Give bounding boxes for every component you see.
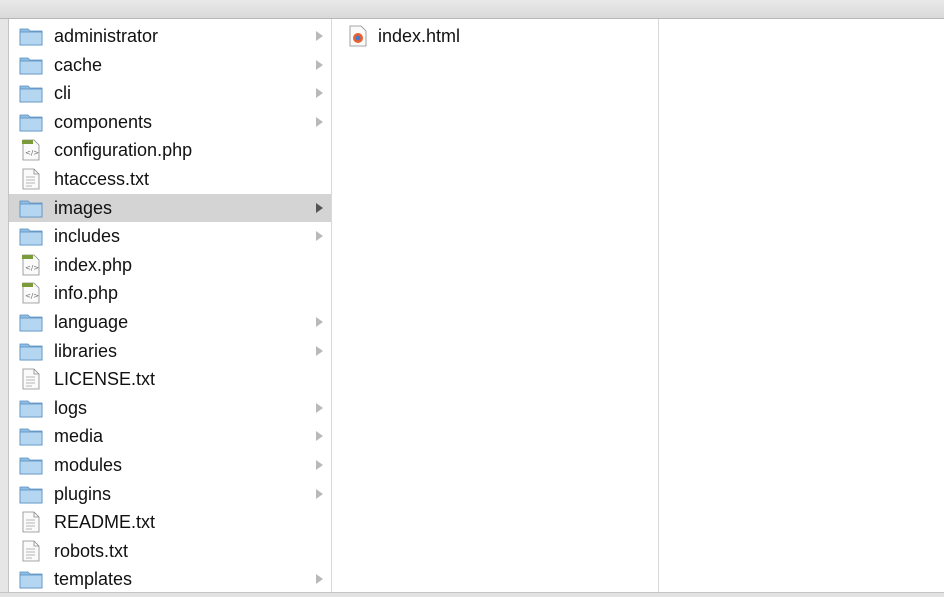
- svg-text:</>: </>: [25, 292, 39, 300]
- disclosure-arrow-icon: [316, 574, 323, 585]
- folder-icon: [19, 225, 43, 247]
- disclosure-arrow-icon: [316, 202, 323, 213]
- disclosure-arrow-icon: [316, 317, 323, 327]
- file-name-label: cache: [54, 54, 103, 75]
- file-name-label: administrator: [54, 26, 159, 46]
- file-name-label: LICENSE.txt: [54, 369, 156, 390]
- file-list-item[interactable]: libraries: [9, 337, 331, 365]
- text-file-icon: [19, 540, 43, 562]
- php-file-icon: </>: [19, 139, 43, 161]
- folder-icon: [19, 568, 43, 590]
- folder-icon: [19, 425, 43, 447]
- file-list-item[interactable]: media: [9, 422, 331, 450]
- file-list-item[interactable]: modules: [9, 451, 331, 479]
- folder-icon: [19, 25, 43, 47]
- text-file-icon: [19, 511, 43, 533]
- file-list-item[interactable]: </> info.php: [9, 279, 331, 307]
- folder-icon: [19, 82, 43, 104]
- file-name-label: includes: [54, 226, 121, 247]
- file-name-label: language: [54, 312, 129, 332]
- file-list-item[interactable]: includes: [9, 222, 331, 250]
- file-list-item[interactable]: images: [9, 193, 331, 222]
- folder-icon: [19, 340, 43, 362]
- file-name-label: libraries: [54, 340, 118, 361]
- disclosure-arrow-icon: [316, 431, 323, 442]
- finder-column-3[interactable]: [659, 19, 944, 592]
- file-name-label: logs: [54, 397, 88, 418]
- file-list-item[interactable]: cli: [9, 79, 331, 107]
- disclosure-arrow-icon: [316, 31, 323, 41]
- file-list-item[interactable]: README.txt: [9, 508, 331, 536]
- file-list-item[interactable]: cache: [9, 51, 331, 79]
- window-left-edge: [0, 19, 9, 596]
- file-name-label: images: [54, 197, 113, 218]
- file-list-item[interactable]: logs: [9, 394, 331, 422]
- disclosure-arrow-icon: [316, 402, 323, 413]
- file-name-label: modules: [54, 455, 123, 475]
- file-list-item[interactable]: robots.txt: [9, 537, 331, 565]
- file-name-label: htaccess.txt: [54, 169, 150, 189]
- folder-icon: [19, 397, 43, 419]
- file-list-item[interactable]: index.html: [332, 22, 658, 50]
- php-file-icon: </>: [19, 254, 43, 276]
- window-bottom-edge: [0, 592, 944, 597]
- file-name-label: templates: [54, 569, 133, 590]
- html-file-icon: [346, 25, 370, 47]
- file-name-label: cli: [54, 83, 71, 104]
- file-list-item[interactable]: administrator: [9, 22, 331, 50]
- disclosure-arrow-icon: [316, 59, 323, 70]
- file-name-label: index.php: [54, 254, 133, 275]
- svg-text:</>: </>: [25, 264, 39, 272]
- file-name-label: index.html: [378, 26, 461, 46]
- file-list-item[interactable]: language: [9, 308, 331, 336]
- file-list-item[interactable]: htaccess.txt: [9, 165, 331, 193]
- disclosure-arrow-icon: [316, 488, 323, 499]
- file-name-label: info.php: [54, 283, 119, 304]
- disclosure-arrow-icon: [316, 116, 323, 127]
- file-list-item[interactable]: plugins: [9, 480, 331, 508]
- file-name-label: media: [54, 426, 104, 447]
- file-name-label: plugins: [54, 483, 112, 504]
- file-name-label: robots.txt: [54, 540, 129, 561]
- file-name-label: README.txt: [54, 512, 156, 533]
- text-file-icon: [19, 368, 43, 390]
- file-list-item[interactable]: </> index.php: [9, 251, 331, 279]
- disclosure-arrow-icon: [316, 231, 323, 242]
- folder-icon: [19, 54, 43, 76]
- folder-icon: [19, 454, 43, 476]
- disclosure-arrow-icon: [316, 460, 323, 470]
- folder-icon: [19, 483, 43, 505]
- window-toolbar-edge: [0, 0, 944, 19]
- disclosure-arrow-icon: [316, 345, 323, 356]
- finder-column-2[interactable]: index.html: [332, 19, 659, 592]
- finder-column-1[interactable]: administrator cache cli components </> config…: [9, 19, 332, 592]
- folder-icon: [19, 311, 43, 333]
- folder-icon: [19, 197, 43, 219]
- folder-icon: [19, 111, 43, 133]
- disclosure-arrow-icon: [316, 88, 323, 99]
- file-name-label: components: [54, 111, 153, 132]
- svg-text:</>: </>: [25, 149, 39, 157]
- text-file-icon: [19, 168, 43, 190]
- php-file-icon: </>: [19, 282, 43, 304]
- file-name-label: configuration.php: [54, 140, 193, 161]
- file-list-item[interactable]: LICENSE.txt: [9, 365, 331, 393]
- file-list-item[interactable]: templates: [9, 565, 331, 593]
- file-list-item[interactable]: components: [9, 108, 331, 136]
- file-list-item[interactable]: </> configuration.php: [9, 136, 331, 164]
